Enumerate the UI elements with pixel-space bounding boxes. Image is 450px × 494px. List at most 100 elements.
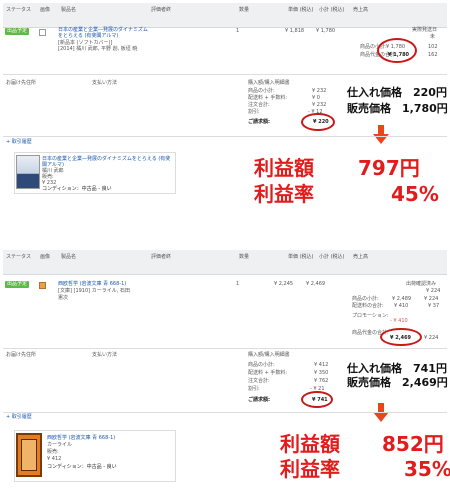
highlight-ellipse	[301, 391, 333, 408]
product-card: 日本の産業と企業―発展のダイナミズムをとらえる (有斐閣アルマ) 橘川 武郎 販…	[14, 152, 176, 194]
cost-value: 741円	[413, 362, 447, 375]
product-authors: [2014] 橘川 武郎, 平野 創, 板垣 暁	[58, 46, 138, 52]
card-line: ¥ 412	[47, 456, 62, 462]
sales-total-extra: 162	[428, 52, 438, 58]
highlight-ellipse	[380, 328, 422, 346]
summary-value: ¥ 0	[312, 95, 320, 101]
subtotal-price: ¥ 1,780	[316, 28, 336, 34]
qty-value: 1	[236, 281, 240, 287]
ship-date-value: 未	[430, 34, 436, 40]
qty-value: 1	[236, 28, 240, 34]
summary-title: 購入額/購入明細書	[248, 80, 290, 86]
summary-label: 割引:	[248, 109, 260, 115]
row-checkbox[interactable]	[39, 29, 46, 36]
summary-value: ¥ 412	[314, 362, 329, 368]
summary-title: 購入額/購入明細書	[248, 352, 290, 358]
history-link[interactable]: + 取引履歴	[6, 139, 32, 145]
profit-value: 852円	[382, 432, 444, 456]
col-product: 製品名	[61, 254, 77, 260]
sales-value: ¥ 410	[394, 303, 409, 309]
product-title-link[interactable]: 日本の産業と企業―発展のダイナミズムをとらえる (有斐閣アルマ)	[58, 27, 150, 39]
col-subtotal: 小計 (税込)	[319, 254, 345, 260]
rate-label: 利益率	[254, 182, 314, 206]
divider	[3, 74, 447, 75]
summary-label: 注文合計:	[248, 102, 270, 108]
card-line: 販売:	[47, 449, 59, 455]
card-title-link[interactable]: 西欧哲学 (岩波文庫 青 668-1)	[47, 435, 115, 441]
rate-value: 35%	[404, 457, 450, 481]
col-review: 評価者終	[151, 254, 172, 260]
unit-price: ¥ 1,818	[285, 28, 305, 34]
ship-date-label: 実際発送日	[412, 27, 438, 33]
col-image: 画像	[40, 254, 51, 260]
col-sales: 売上高	[353, 254, 369, 260]
sales-total-extra: ¥ 224	[424, 335, 439, 341]
col-image: 画像	[40, 7, 51, 13]
divider	[3, 348, 447, 349]
profit-label: 利益額	[280, 432, 340, 456]
row-thumbnail[interactable]	[39, 282, 46, 289]
billing-label: ご請求額:	[248, 119, 270, 125]
card-title-link[interactable]: 日本の産業と企業―発展のダイナミズムをとらえる (有斐閣アルマ)	[42, 156, 172, 168]
summary-label: 配送料 + 手数料:	[248, 370, 288, 376]
col-sales: 売上高	[353, 7, 369, 13]
sales-extra: ¥ 224	[424, 296, 439, 302]
divider	[3, 136, 447, 137]
highlight-ellipse	[377, 38, 417, 63]
sales-label: 配送料の合計:	[352, 303, 384, 309]
summary-label: 注文合計:	[248, 378, 270, 384]
book-cover	[16, 433, 42, 477]
payment-method-label: 支払い方法	[92, 352, 118, 358]
highlight-ellipse	[301, 113, 335, 131]
summary-label: 商品の小計:	[248, 88, 275, 94]
rate-value: 45%	[391, 182, 439, 206]
book-cover	[16, 155, 40, 189]
summary-label: 商品の小計:	[248, 362, 275, 368]
payment-method-label: 支払い方法	[92, 80, 118, 86]
col-product: 製品名	[61, 7, 77, 13]
billing-label: ご請求額:	[248, 397, 270, 403]
card-condition: コンディション：中古品 - 良い	[47, 464, 117, 470]
order-table-header: ステータス 画像 製品名 評価者終 数量 単価 (税込) 小計 (税込) 売上高	[3, 3, 447, 28]
status-badge: 出品予定	[5, 281, 30, 288]
card-condition: コンディション：中古品 - 良い	[42, 186, 112, 192]
summary-value: ¥ 232	[312, 102, 327, 108]
col-review: 評価者終	[151, 7, 172, 13]
product-authors: 憲次	[58, 295, 69, 301]
sales-extra: ¥ 37	[428, 303, 440, 309]
product-format: [文庫] [1910] カーライル, 石田	[58, 288, 130, 294]
summary-value: ¥ 232	[312, 88, 327, 94]
sales-value: ¥ 2,489	[392, 296, 412, 302]
order-table-header: ステータス 画像 製品名 評価者終 数量 単価 (税込) 小計 (税込) 売上高	[3, 250, 447, 275]
sales-label: 商品の小計:	[352, 296, 379, 302]
summary-label: 配送料 + 手数料:	[248, 95, 288, 101]
history-link[interactable]: + 取引履歴	[6, 414, 32, 420]
col-price: 単価 (税込)	[288, 7, 314, 13]
col-subtotal: 小計 (税込)	[319, 7, 345, 13]
shipped-value: ¥ 224	[426, 288, 441, 294]
profit-label: 利益額	[254, 156, 314, 180]
col-qty: 数量	[239, 7, 250, 13]
status-badge: 出品予定	[5, 28, 30, 35]
ship-to-label: お届け先住所	[6, 352, 37, 358]
product-title-link[interactable]: 西欧哲学 (岩波文庫 青 668-1)	[58, 281, 126, 287]
unit-price: ¥ 2,245	[274, 281, 294, 287]
sale-label: 販売価格 1,780円	[347, 102, 448, 115]
sale-value: 1,780円	[402, 102, 448, 115]
sales-row-extra: 102	[428, 44, 438, 50]
col-price: 単価 (税込)	[288, 254, 314, 260]
sales-value: - ¥ 410	[390, 318, 408, 324]
product-card: 西欧哲学 (岩波文庫 青 668-1) カーライル 販売: ¥ 412 コンディ…	[14, 430, 176, 482]
cost-label: 仕入れ価格 220円	[347, 86, 447, 99]
rate-label: 利益率	[280, 457, 340, 481]
summary-label: 割引:	[248, 386, 260, 392]
card-author: カーライル	[47, 442, 73, 448]
col-status: ステータス	[6, 7, 32, 13]
profit-value: 797円	[358, 156, 420, 180]
col-qty: 数量	[239, 254, 250, 260]
col-status: ステータス	[6, 254, 32, 260]
summary-value: ¥ 350	[314, 370, 329, 376]
sale-label: 販売価格 2,469円	[347, 376, 448, 389]
ship-to-label: お届け先住所	[6, 80, 37, 86]
shipped-label: 出荷確認済み	[406, 281, 437, 287]
